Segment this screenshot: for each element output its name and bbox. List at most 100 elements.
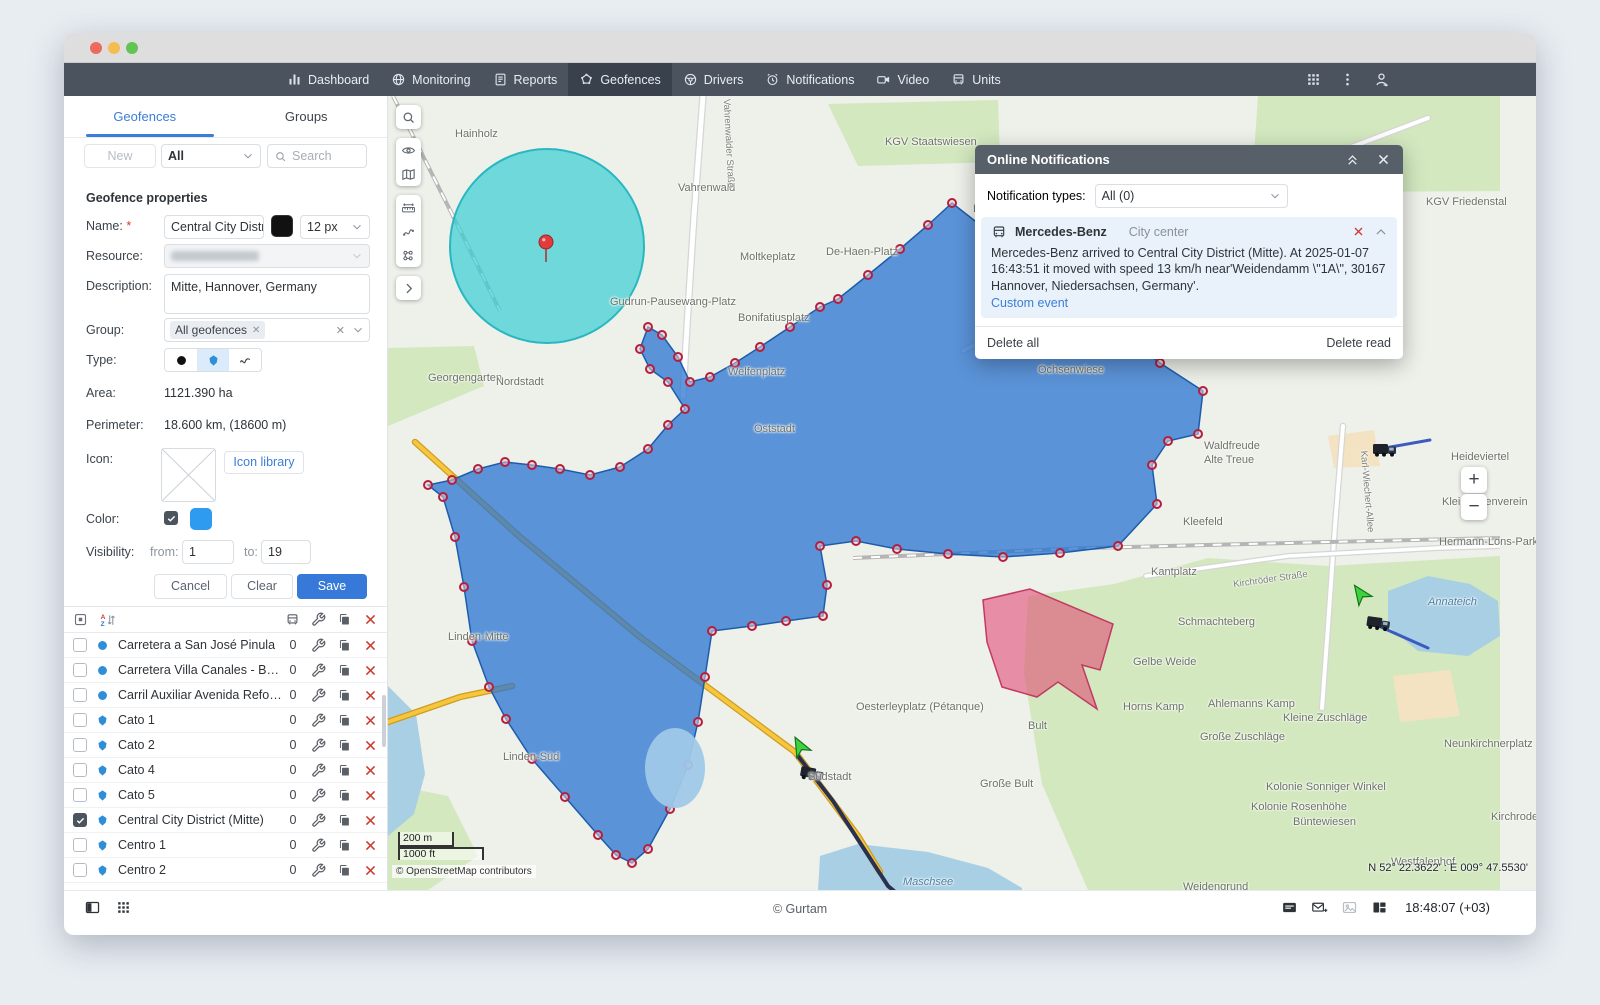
geofence-vertex[interactable]	[756, 343, 764, 351]
type-line-button[interactable]	[229, 349, 261, 371]
delete-all-icon[interactable]	[363, 612, 378, 627]
geofence-vertex[interactable]	[681, 405, 689, 413]
delete-icon[interactable]	[363, 638, 378, 653]
collapse-icon[interactable]	[1345, 152, 1360, 167]
cancel-button[interactable]: Cancel	[154, 574, 227, 599]
geofence-vertex[interactable]	[924, 221, 932, 229]
geofence-vertex[interactable]	[1114, 542, 1122, 550]
geofence-vertex[interactable]	[474, 465, 482, 473]
zoom-in-button[interactable]: +	[1461, 467, 1487, 493]
copy-icon[interactable]	[337, 838, 352, 853]
edit-wrench-icon[interactable]	[311, 813, 326, 828]
row-checkbox[interactable]	[73, 663, 87, 677]
apps-icon[interactable]	[1305, 71, 1322, 88]
notifications-header[interactable]: Online Notifications	[975, 145, 1403, 174]
geofence-row[interactable]: Cato 40	[64, 758, 387, 783]
geofence-vertex[interactable]	[999, 553, 1007, 561]
geofence-vertex[interactable]	[834, 295, 842, 303]
mail-plus-icon[interactable]	[1311, 899, 1328, 916]
row-checkbox[interactable]	[73, 638, 87, 652]
geofence-vertex[interactable]	[816, 542, 824, 550]
copy-icon[interactable]	[337, 738, 352, 753]
edit-wrench-icon[interactable]	[311, 713, 326, 728]
chevron-up-icon[interactable]	[1374, 225, 1388, 239]
geofence-row[interactable]: Centro 20	[64, 858, 387, 883]
delete-icon[interactable]	[363, 788, 378, 803]
geofence-vertex[interactable]	[686, 378, 694, 386]
tab-groups[interactable]: Groups	[226, 96, 388, 137]
delete-icon[interactable]	[363, 663, 378, 678]
delete-read-link[interactable]: Delete read	[1326, 336, 1391, 350]
layout-icon[interactable]	[1371, 899, 1388, 916]
geofence-vertex[interactable]	[644, 445, 652, 453]
image-icon[interactable]	[1341, 899, 1358, 916]
nav-item-reports[interactable]: Reports	[482, 63, 569, 96]
geofence-vertex[interactable]	[561, 793, 569, 801]
name-input[interactable]: Central City Distr	[164, 215, 264, 239]
row-checkbox[interactable]	[73, 863, 87, 877]
map-tool-map-button[interactable]	[396, 162, 421, 186]
maximize-window-button[interactable]	[126, 42, 138, 54]
geofence-vertex[interactable]	[528, 461, 536, 469]
geofence-row[interactable]: Cato 50	[64, 783, 387, 808]
geofence-vertex[interactable]	[616, 463, 624, 471]
delete-icon[interactable]	[363, 813, 378, 828]
tab-geofences[interactable]: Geofences	[64, 96, 226, 137]
geofence-vertex[interactable]	[468, 637, 476, 645]
geofence-vertex[interactable]	[1148, 461, 1156, 469]
row-checkbox[interactable]	[73, 813, 87, 827]
visibility-from-input[interactable]: 1	[182, 540, 234, 564]
geofence-vertex[interactable]	[612, 851, 620, 859]
type-polygon-button[interactable]	[197, 349, 229, 371]
copy-icon[interactable]	[337, 788, 352, 803]
panel-icon[interactable]	[84, 899, 101, 916]
group-dropdown[interactable]: All geofences✕ ✕	[164, 318, 370, 342]
geofence-vertex[interactable]	[448, 476, 456, 484]
apps-icon[interactable]	[115, 899, 132, 916]
description-textarea[interactable]: Mitte, Hannover, Germany	[164, 274, 370, 314]
nav-item-geofences[interactable]: Geofences	[568, 63, 671, 96]
delete-notification-icon[interactable]	[1352, 225, 1365, 238]
save-button[interactable]: Save	[297, 574, 367, 599]
delete-icon[interactable]	[363, 688, 378, 703]
edit-wrench-icon[interactable]	[311, 663, 326, 678]
geofence-vertex[interactable]	[439, 493, 447, 501]
geofence-vertex[interactable]	[706, 373, 714, 381]
geofence-row[interactable]: Cato 10	[64, 708, 387, 733]
icon-placeholder[interactable]	[161, 448, 216, 502]
copy-icon[interactable]	[337, 813, 352, 828]
select-all-icon[interactable]	[73, 612, 88, 627]
nav-item-dashboard[interactable]: Dashboard	[276, 63, 380, 96]
close-icon[interactable]	[1376, 152, 1391, 167]
font-size-dropdown[interactable]: 12 px	[300, 215, 370, 239]
minimize-window-button[interactable]	[108, 42, 120, 54]
map-tool-nodes-button[interactable]	[396, 243, 421, 267]
edit-wrench-icon[interactable]	[311, 638, 326, 653]
edit-all-wrench-icon[interactable]	[311, 612, 326, 627]
geofence-row[interactable]: Carretera Villa Canales - Boca del ...0	[64, 658, 387, 683]
geofence-vertex[interactable]	[819, 612, 827, 620]
edit-wrench-icon[interactable]	[311, 763, 326, 778]
geofence-vertex[interactable]	[528, 755, 536, 763]
nav-item-notifications[interactable]: Notifications	[754, 63, 865, 96]
map-area[interactable]: HainholzVahrenwaldKGV StaatswiesenKGV Fr…	[388, 96, 1536, 890]
copy-icon[interactable]	[337, 713, 352, 728]
user-icon[interactable]	[1373, 71, 1390, 88]
map-tool-ruler-button[interactable]	[396, 195, 421, 219]
geofence-row[interactable]: Carretera a San José Pinula0	[64, 633, 387, 658]
delete-all-link[interactable]: Delete all	[987, 336, 1039, 350]
copy-all-icon[interactable]	[337, 612, 352, 627]
geofence-vertex[interactable]	[944, 550, 952, 558]
nav-item-drivers[interactable]: Drivers	[672, 63, 755, 96]
delete-icon[interactable]	[363, 713, 378, 728]
clear-group-icon[interactable]: ✕	[336, 324, 345, 337]
geofence-vertex[interactable]	[708, 627, 716, 635]
geofence-vertex[interactable]	[852, 537, 860, 545]
geofence-row[interactable]: Cato 20	[64, 733, 387, 758]
geofence-vertex[interactable]	[948, 199, 956, 207]
edit-wrench-icon[interactable]	[311, 688, 326, 703]
geofence-vertex[interactable]	[1153, 500, 1161, 508]
geofence-vertex[interactable]	[823, 581, 831, 589]
copy-icon[interactable]	[337, 688, 352, 703]
geofence-vertex[interactable]	[644, 845, 652, 853]
